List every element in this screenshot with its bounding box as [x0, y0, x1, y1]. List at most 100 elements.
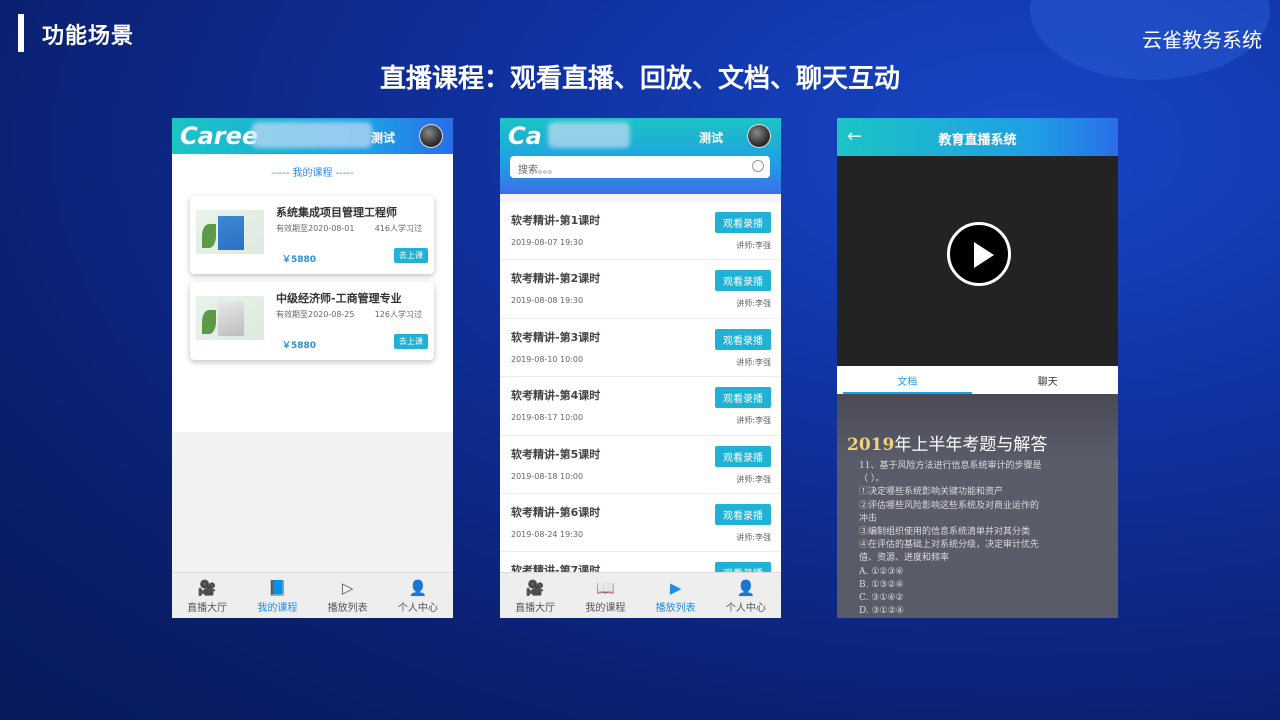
tab-label: 我的课程	[257, 603, 298, 614]
blurred-region	[252, 122, 372, 148]
section-bar	[18, 14, 24, 52]
avatar[interactable]	[419, 124, 443, 148]
lesson-date: 2019-08-10 10:00	[511, 354, 584, 364]
tab-profile[interactable]: 👤 个人中心	[711, 573, 781, 618]
document-line: 冲击	[859, 513, 878, 524]
document-line: ③编制组织使用的信息系统清单并对其分类	[859, 527, 1031, 538]
book-icon: 📘	[268, 579, 287, 597]
camera-icon: 🎥	[197, 579, 217, 597]
player-tabs: 文档 聊天	[837, 366, 1118, 394]
tab-label: 我的课程	[585, 603, 626, 614]
tab-my-courses[interactable]: 📖 我的课程	[570, 573, 640, 618]
lesson-teacher: 讲师:李强	[736, 416, 771, 426]
bottom-tab-bar: 🎥 直播大厅 📘 我的课程 ▷ 播放列表 👤 个人中心	[172, 572, 453, 618]
play-icon: ▷	[341, 579, 354, 597]
lesson-title: 软考精讲-第2课时	[511, 272, 601, 286]
phone-playlist: Ca 测试 搜索。。。 软考精讲-第1课时 2019-08-07 19:30 观…	[500, 118, 781, 618]
list-item: 软考精讲-第1课时 2019-08-07 19:30 观看录播 讲师:李强	[500, 202, 781, 261]
course-valid-date: 有效期至2020-08-01	[276, 224, 355, 233]
lesson-title: 软考精讲-第3课时	[511, 330, 601, 344]
course-learner-count: 126人学习过	[374, 310, 422, 319]
video-player[interactable]	[837, 156, 1118, 366]
person-icon: 👤	[408, 579, 428, 597]
tab-label: 直播大厅	[515, 603, 556, 614]
tab-playlist[interactable]: ▷ 播放列表	[313, 573, 383, 618]
course-name: 中级经济师-工商管理专业	[276, 292, 402, 305]
tab-document[interactable]: 文档	[837, 366, 978, 394]
go-to-class-button[interactable]: 去上课	[394, 248, 428, 263]
tab-label: 播放列表	[327, 603, 368, 614]
document-line: ①决定哪些系统影响关键功能和资产	[859, 487, 1004, 498]
play-button-icon[interactable]	[947, 222, 1011, 286]
document-year: 2019	[847, 435, 895, 455]
document-line: C. ③①④②	[859, 593, 904, 604]
watch-replay-button[interactable]: 观看录播	[715, 270, 771, 292]
list-item: 软考精讲-第3课时 2019-08-10 10:00 观看录播 讲师:李强	[500, 318, 781, 378]
lesson-teacher: 讲师:李强	[736, 532, 771, 542]
lesson-teacher: 讲师:李强	[736, 357, 771, 367]
search-placeholder: 搜索。。。	[518, 165, 558, 176]
phone-my-courses: Caree 测试 ----- 我的课程 ----- 系统集成项目管理工程师 有效…	[172, 118, 453, 618]
lesson-date: 2019-08-08 19:30	[511, 296, 584, 306]
search-icon[interactable]	[752, 160, 764, 172]
course-valid-date: 有效期至2020-08-25	[276, 310, 355, 319]
avatar[interactable]	[747, 124, 771, 148]
document-line: ④在评估的基础上对系统分级，决定审计优先	[859, 540, 1040, 551]
watch-replay-button[interactable]: 观看录播	[715, 328, 771, 350]
person-icon: 👤	[736, 579, 756, 597]
list-item: 软考精讲-第2课时 2019-08-08 19:30 观看录播 讲师:李强	[500, 260, 781, 319]
document-line: （ ）。	[859, 474, 885, 485]
lesson-teacher: 讲师:李强	[736, 241, 771, 250]
lesson-title: 软考精讲-第6课时	[511, 505, 601, 519]
course-thumbnail	[196, 296, 264, 340]
blurred-region	[548, 122, 630, 148]
document-line: ②评估哪些风险影响这些系统及对商业运作的	[859, 500, 1040, 511]
page-title: 教育直播系统	[938, 133, 1017, 148]
lesson-date: 2019-08-17 10:00	[511, 413, 584, 423]
tab-label: 播放列表	[655, 603, 696, 614]
go-to-class-button[interactable]: 去上课	[394, 334, 428, 349]
app-logo: Caree	[180, 122, 259, 150]
document-heading: 2019年上半年考题与解答	[847, 430, 1047, 455]
tab-label: 个人中心	[397, 603, 438, 614]
tab-live-hall[interactable]: 🎥 直播大厅	[172, 573, 242, 618]
user-name[interactable]: 测试	[371, 129, 395, 146]
course-price: ￥5880	[282, 255, 317, 265]
lesson-date: 2019-08-24 19:30	[511, 529, 584, 539]
course-learner-count: 416人学习过	[374, 224, 422, 233]
tab-label: 直播大厅	[187, 603, 228, 614]
tab-playlist[interactable]: ▶ 播放列表	[641, 573, 711, 618]
lesson-teacher: 讲师:李强	[736, 299, 771, 309]
lesson-teacher: 讲师:李强	[736, 474, 771, 484]
watch-replay-button[interactable]: 观看录播	[715, 445, 771, 467]
document-line: 11、基于风险方法进行信息系统审计的步骤是	[859, 461, 1042, 471]
tab-profile[interactable]: 👤 个人中心	[383, 573, 453, 618]
camera-icon: 🎥	[525, 579, 545, 597]
document-body: 11、基于风险方法进行信息系统审计的步骤是 （ ）。 ①决定哪些系统影响关键功能…	[859, 460, 1109, 618]
course-thumbnail	[196, 210, 264, 254]
watch-replay-button[interactable]: 观看录播	[715, 212, 771, 233]
my-courses-label: ----- 我的课程 -----	[271, 168, 354, 179]
tab-live-hall[interactable]: 🎥 直播大厅	[500, 573, 570, 618]
watch-replay-button[interactable]: 观看录播	[715, 503, 771, 525]
document-line: D. ③①②④	[859, 606, 904, 617]
tab-label: 个人中心	[725, 603, 766, 614]
book-icon: 📖	[596, 579, 615, 597]
list-item: 软考精讲-第4课时 2019-08-17 10:00 观看录播 讲师:李强	[500, 377, 781, 436]
course-price: ￥5880	[282, 341, 317, 351]
app-header: ← 教育直播系统	[837, 118, 1118, 156]
search-input[interactable]: 搜索。。。	[510, 156, 770, 178]
app-logo: Ca	[508, 122, 542, 150]
course-name: 系统集成项目管理工程师	[276, 206, 397, 219]
document-line: B. ①③②④	[859, 579, 904, 590]
tab-my-courses[interactable]: 📘 我的课程	[242, 573, 312, 618]
user-name[interactable]: 测试	[699, 129, 723, 146]
course-section: ----- 我的课程 ----- 系统集成项目管理工程师 有效期至2020-08…	[172, 154, 453, 432]
course-card[interactable]: 系统集成项目管理工程师 有效期至2020-08-01 416人学习过 ￥5880…	[190, 196, 434, 274]
app-header: Ca 测试 搜索。。。	[500, 118, 781, 194]
course-card[interactable]: 中级经济师-工商管理专业 有效期至2020-08-25 126人学习过 ￥588…	[190, 282, 434, 360]
tab-chat[interactable]: 聊天	[978, 366, 1119, 394]
watch-replay-button[interactable]: 观看录播	[715, 387, 771, 409]
app-header: Caree 测试	[172, 118, 453, 154]
document-heading-text: 年上半年考题与解答	[894, 435, 1048, 455]
